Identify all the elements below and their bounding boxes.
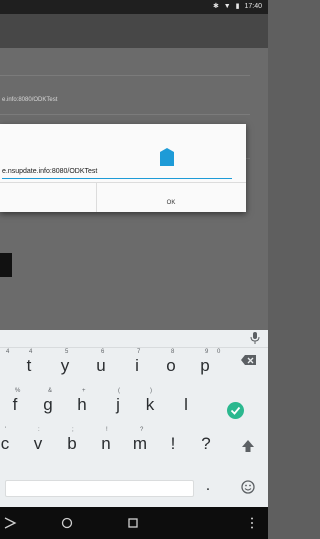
back-icon[interactable] <box>2 515 18 531</box>
key-i[interactable]: 7i <box>127 348 147 378</box>
key-u[interactable]: 6u <box>91 348 111 378</box>
status-bar: ✱ ▼ ▮ 17:40 <box>0 0 268 14</box>
app-toolbar <box>0 14 268 48</box>
enter-button[interactable] <box>227 402 244 419</box>
shift-icon[interactable] <box>240 438 256 454</box>
text-cursor-handle-icon[interactable] <box>160 148 174 166</box>
bluetooth-icon: ✱ <box>212 3 219 10</box>
soft-keyboard: 4 4t 5y 6u 7i 8o 9p 0 % f & g + h (j ) k l '… <box>0 330 268 507</box>
key-c[interactable]: ' c <box>0 426 15 456</box>
key-hint-0: 0 <box>217 349 221 355</box>
key-partial[interactable]: 4 <box>0 348 20 378</box>
navigation-bar <box>0 507 268 539</box>
key-k[interactable]: ) k <box>140 387 160 417</box>
key-t[interactable]: 4t <box>19 348 39 378</box>
checkmark-icon <box>230 406 241 415</box>
backspace-icon[interactable] <box>240 353 258 367</box>
battery-icon: ▮ <box>235 3 240 10</box>
more-icon[interactable] <box>244 515 260 531</box>
key-m[interactable]: ? m <box>130 426 150 456</box>
recents-icon[interactable] <box>125 515 141 531</box>
key-o[interactable]: 8o <box>161 348 181 378</box>
space-bar[interactable] <box>5 480 194 497</box>
key-exclamation[interactable]: ! <box>163 426 183 456</box>
wifi-icon: ▼ <box>223 3 231 10</box>
key-h[interactable]: + h <box>72 387 92 417</box>
overlay-box <box>0 253 12 277</box>
server-url-text: e.info:8080/ODKTest <box>2 97 58 103</box>
status-icons: ✱ ▼ ▮ 17:40 <box>210 1 262 13</box>
microphone-icon[interactable] <box>250 332 260 344</box>
divider <box>0 114 250 115</box>
key-l[interactable]: l <box>176 387 196 417</box>
key-j[interactable]: (j <box>108 387 128 417</box>
key-period[interactable]: . <box>201 478 215 494</box>
ok-button[interactable]: OK <box>96 183 246 212</box>
server-url-input[interactable]: e.nsupdate.info:8080/ODKTest <box>2 165 232 179</box>
key-n[interactable]: ! n <box>96 426 116 456</box>
key-b[interactable]: ; b <box>62 426 82 456</box>
emoji-icon[interactable] <box>240 479 256 495</box>
key-v[interactable]: :v <box>28 426 48 456</box>
key-question[interactable]: ? <box>196 426 216 456</box>
divider <box>0 75 250 76</box>
status-time: 17:40 <box>244 3 262 10</box>
key-g[interactable]: & g <box>38 387 58 417</box>
suggestion-strip <box>0 330 268 348</box>
url-dialog: e.nsupdate.info:8080/ODKTest OK <box>0 124 246 212</box>
key-y[interactable]: 5y <box>55 348 75 378</box>
key-f[interactable]: % f <box>5 387 25 417</box>
home-icon[interactable] <box>59 515 75 531</box>
ok-button-label: OK <box>166 200 176 206</box>
key-p[interactable]: 9p <box>195 348 215 378</box>
